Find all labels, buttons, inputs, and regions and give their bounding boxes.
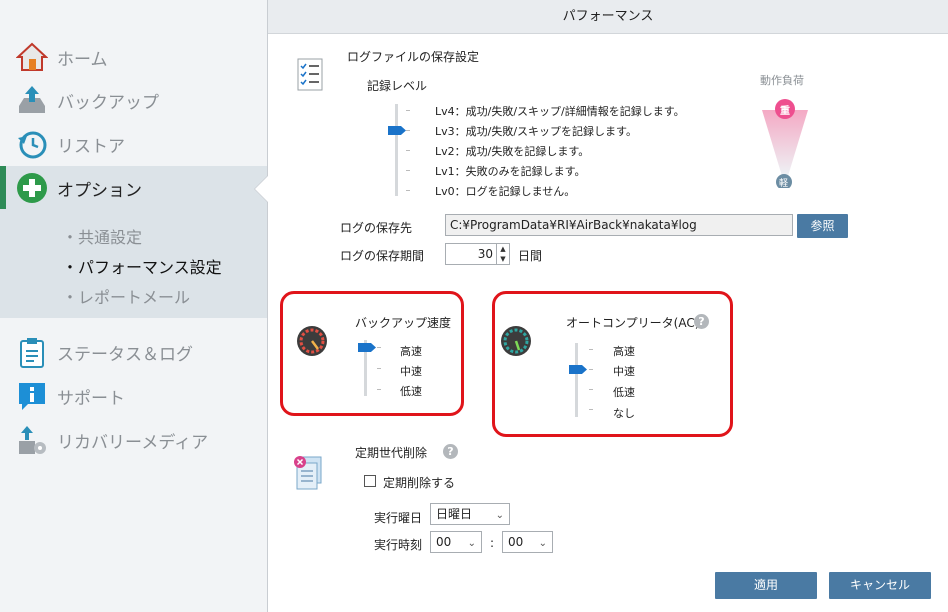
execute-minute-select[interactable]: 00 ⌄: [502, 531, 553, 553]
sidebar-item-restore[interactable]: リストア: [0, 124, 267, 164]
log-level-option: Lv2：成功/失敗を記録します。: [435, 145, 590, 158]
log-level-option: Lv4：成功/失敗/スキップ/詳細情報を記録します。: [435, 105, 685, 118]
info-icon: [19, 383, 45, 410]
load-heavy-label: 重: [780, 106, 790, 117]
restore-icon: [18, 131, 47, 159]
browse-button[interactable]: 参照: [797, 214, 848, 238]
slider-tick: [377, 368, 381, 369]
slider-tick: [377, 347, 381, 348]
sidebar-item-support[interactable]: サポート: [0, 376, 267, 416]
slider-tick: [406, 170, 410, 171]
slider-tick: [589, 369, 593, 370]
apply-button[interactable]: 適用: [715, 572, 817, 599]
log-level-slider-thumb[interactable]: [388, 126, 406, 135]
execute-time-label: 実行時刻: [374, 538, 423, 552]
title-bar: パフォーマンス: [268, 0, 948, 34]
periodic-delete-checkbox[interactable]: [364, 475, 376, 487]
spinner-down-icon[interactable]: ▼: [497, 254, 509, 264]
submenu-item-performance[interactable]: ・パフォーマンス設定: [62, 254, 222, 278]
backup-speed-option: 中速: [400, 365, 422, 378]
auto-complete-option: 高速: [613, 345, 635, 358]
periodic-delete-checkbox-label: 定期削除する: [383, 476, 456, 490]
sidebar-item-label: リストア: [57, 136, 125, 157]
log-period-spinner[interactable]: ▲ ▼: [496, 244, 509, 264]
auto-complete-option: なし: [613, 407, 635, 420]
cancel-button[interactable]: キャンセル: [829, 572, 931, 599]
backup-speed-option: 高速: [400, 345, 422, 358]
slider-tick: [377, 389, 381, 390]
execute-day-value: 日曜日: [436, 507, 473, 521]
log-path-label: ログの保存先: [340, 221, 413, 235]
log-level-label: 記録レベル: [367, 79, 428, 93]
speedometer-icon: [501, 326, 531, 356]
sidebar-item-label: リカバリーメディア: [57, 432, 209, 453]
sidebar-item-backup[interactable]: バックアップ: [0, 80, 267, 120]
chevron-down-icon: ⌄: [538, 538, 547, 549]
slider-tick: [406, 190, 410, 191]
auto-complete-help-icon[interactable]: ?: [694, 314, 709, 329]
log-level-slider-track[interactable]: [395, 104, 398, 196]
load-label: 動作負荷: [760, 74, 804, 87]
log-section-title: ログファイルの保存設定: [347, 50, 480, 64]
speedometer-icon: [297, 326, 327, 356]
sidebar-item-recovery-media[interactable]: リカバリーメディア: [0, 420, 267, 460]
option-submenu: ・共通設定 ・パフォーマンス設定 ・レポートメール: [0, 209, 267, 318]
execute-hour-value: 00: [436, 535, 452, 549]
backup-speed-option: 低速: [400, 385, 422, 398]
sidebar-item-label: バックアップ: [57, 92, 159, 113]
home-icon: [16, 42, 48, 71]
backup-icon: [19, 86, 45, 113]
load-light-label: 軽: [779, 179, 789, 189]
periodic-delete-icon: [294, 456, 322, 490]
submenu-item-common[interactable]: ・共通設定: [62, 224, 142, 248]
slider-tick: [406, 150, 410, 151]
clipboard-icon: [20, 338, 44, 368]
option-plus-icon: [17, 173, 47, 203]
spinner-up-icon[interactable]: ▲: [497, 244, 509, 254]
time-separator: :: [490, 536, 495, 550]
sidebar: ホーム バックアップ リストア オプション ・共通設定 ・パフォーマンス設定 ・…: [0, 0, 268, 612]
log-level-option: Lv1：失敗のみを記録します。: [435, 165, 586, 178]
auto-complete-option: 低速: [613, 386, 635, 399]
execute-minute-value: 00: [508, 535, 524, 549]
checklist-icon: [297, 58, 323, 91]
sidebar-item-option[interactable]: オプション: [0, 166, 267, 210]
log-level-option: Lv3：成功/失敗/スキップを記録します。: [435, 125, 637, 138]
execute-day-label: 実行曜日: [374, 511, 423, 525]
execute-day-select[interactable]: 日曜日 ⌄: [430, 503, 510, 525]
slider-tick: [589, 409, 593, 410]
slider-tick: [589, 389, 593, 390]
auto-complete-slider-track[interactable]: [575, 343, 578, 417]
sidebar-item-label: サポート: [57, 388, 125, 409]
backup-speed-title: バックアップ速度: [355, 316, 452, 330]
auto-complete-title: オートコンプリータ(AC): [566, 316, 700, 330]
slider-tick: [589, 349, 593, 350]
slider-tick: [406, 110, 410, 111]
page-title: パフォーマンス: [562, 9, 654, 24]
log-level-option: Lv0：ログを記録しません。: [435, 185, 576, 198]
sidebar-item-label: ステータス＆ログ: [57, 344, 193, 365]
sidebar-item-status-log[interactable]: ステータス＆ログ: [0, 332, 267, 372]
slider-tick: [406, 130, 410, 131]
log-period-label: ログの保存期間: [340, 249, 425, 263]
submenu-item-report-mail[interactable]: ・レポートメール: [62, 284, 190, 308]
chevron-down-icon: ⌄: [467, 538, 476, 549]
log-period-unit: 日間: [518, 249, 543, 263]
chevron-down-icon: ⌄: [495, 510, 504, 521]
auto-complete-option: 中速: [613, 365, 635, 378]
periodic-delete-help-icon[interactable]: ?: [443, 444, 458, 459]
sidebar-item-label: ホーム: [57, 49, 108, 70]
sidebar-item-home[interactable]: ホーム: [0, 37, 267, 77]
execute-hour-select[interactable]: 00 ⌄: [430, 531, 482, 553]
log-path-field[interactable]: C:¥ProgramData¥RI¥AirBack¥nakata¥log: [445, 214, 793, 236]
periodic-delete-title: 定期世代削除: [355, 446, 428, 460]
sidebar-item-label: オプション: [57, 180, 142, 201]
selection-pointer: [255, 176, 268, 202]
recovery-media-icon: [19, 426, 46, 454]
